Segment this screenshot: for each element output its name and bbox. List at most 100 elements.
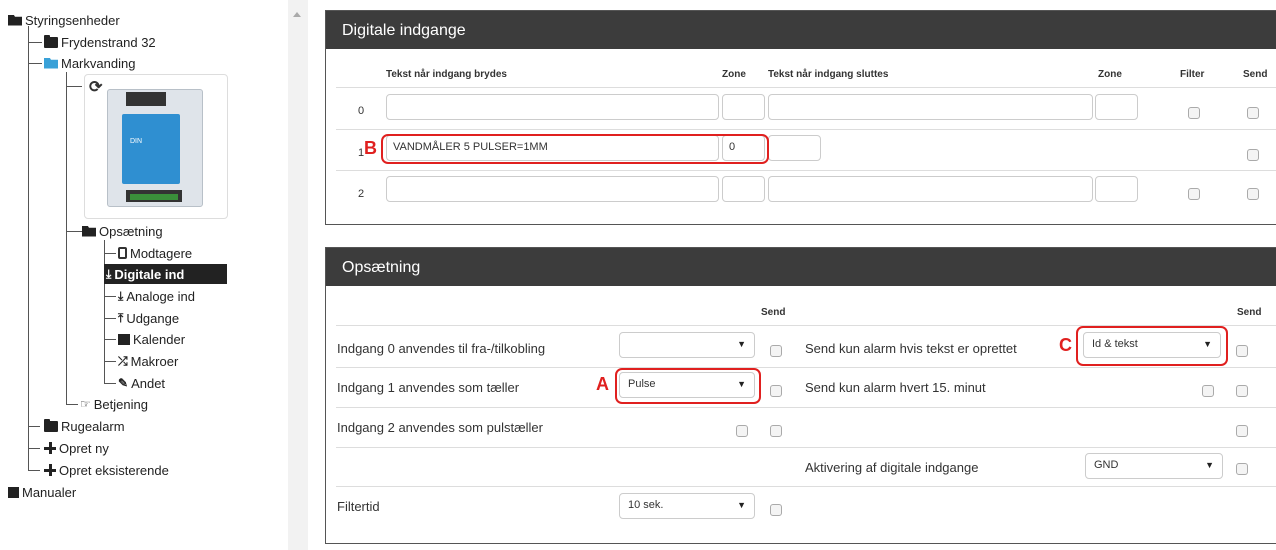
send-checkbox[interactable] bbox=[1247, 188, 1259, 200]
send-checkbox[interactable] bbox=[1236, 463, 1248, 475]
enable-checkbox[interactable] bbox=[736, 425, 748, 437]
tree-kalender-label: Kalender bbox=[133, 331, 186, 347]
setup-label: Filtertid bbox=[337, 499, 380, 514]
annotation-box bbox=[381, 134, 769, 164]
close-text-input[interactable] bbox=[768, 176, 1093, 202]
tree-makroer-label: Makroer bbox=[130, 353, 179, 369]
tree-digitale-ind[interactable]: ⤓ Digitale ind bbox=[104, 264, 227, 284]
tree-markvanding[interactable]: Markvanding bbox=[44, 54, 135, 72]
input0-mode-select[interactable]: ▼ bbox=[619, 332, 755, 358]
col-send: Send bbox=[761, 307, 786, 318]
setup-label: Indgang 1 anvendes som tæller bbox=[337, 380, 520, 395]
row-number: 2 bbox=[358, 188, 365, 200]
activation-select[interactable]: GND ▼ bbox=[1085, 453, 1223, 479]
chevron-down-icon: ▼ bbox=[1205, 460, 1214, 470]
tree-root[interactable]: Styringsenheder bbox=[8, 11, 120, 29]
panel-title: Opsætning bbox=[326, 248, 1276, 286]
chevron-down-icon: ▼ bbox=[737, 339, 746, 349]
filter-checkbox[interactable] bbox=[1188, 188, 1200, 200]
refresh-icon[interactable]: ⟳ bbox=[89, 77, 102, 97]
send-checkbox[interactable] bbox=[1236, 425, 1248, 437]
tree-makroer[interactable]: ⤮ Makroer bbox=[118, 352, 178, 370]
tree-manualer[interactable]: Manualer bbox=[8, 483, 76, 501]
output-icon: ⤒ bbox=[118, 311, 124, 325]
tree-frydenstrand[interactable]: Frydenstrand 32 bbox=[44, 33, 156, 51]
setup-label: Send kun alarm hvis tekst er oprettet bbox=[805, 341, 1017, 356]
input-icon: ⤓ bbox=[118, 289, 124, 303]
col-zone: Zone bbox=[722, 69, 746, 80]
tree-opsaetning-label: Opsætning bbox=[99, 223, 163, 239]
tree-frydenstrand-label: Frydenstrand 32 bbox=[61, 34, 156, 50]
hand-pointer-icon: ☞ bbox=[80, 397, 91, 411]
plus-icon bbox=[44, 464, 56, 476]
device-image: ⟳ DIN bbox=[84, 74, 228, 219]
tree-rugealarm-label: Rugealarm bbox=[61, 418, 125, 434]
close-text-input[interactable] bbox=[768, 135, 821, 161]
folder-open-icon bbox=[82, 225, 96, 237]
panel-title: Digitale indgange bbox=[326, 11, 1276, 49]
folder-icon bbox=[44, 418, 58, 432]
tree-andet[interactable]: ✎ Andet bbox=[118, 374, 165, 392]
zone-input[interactable] bbox=[1095, 176, 1138, 202]
input-icon: ⤓ bbox=[106, 267, 112, 281]
annotation-label: A bbox=[596, 374, 609, 394]
scroll-up-icon[interactable] bbox=[293, 12, 301, 17]
setup-panel: Opsætning Send Send Indgang 0 anvendes t… bbox=[325, 247, 1276, 544]
tree-kalender[interactable]: Kalender bbox=[118, 330, 185, 348]
annotation-label: B bbox=[364, 138, 377, 158]
scrollbar[interactable] bbox=[288, 0, 308, 550]
tree-markvanding-label: Markvanding bbox=[61, 55, 136, 71]
tree-modtagere-label: Modtagere bbox=[130, 245, 193, 261]
filter-time-select[interactable]: 10 sek. ▼ bbox=[619, 493, 755, 519]
tree-analoge-ind[interactable]: ⤓ Analoge ind bbox=[118, 287, 195, 305]
tree-analoge-label: Analoge ind bbox=[126, 288, 195, 304]
send-checkbox[interactable] bbox=[1247, 149, 1259, 161]
send-checkbox[interactable] bbox=[1236, 345, 1248, 357]
tree-opret-ny[interactable]: Opret ny bbox=[44, 439, 109, 457]
break-text-input[interactable] bbox=[386, 94, 719, 120]
break-text-input[interactable] bbox=[386, 176, 719, 202]
tree-modtagere[interactable]: Modtagere bbox=[118, 244, 192, 262]
tree-udgange[interactable]: ⤒ Udgange bbox=[118, 309, 179, 327]
send-checkbox[interactable] bbox=[770, 425, 782, 437]
filter-checkbox[interactable] bbox=[1188, 107, 1200, 119]
tree-opsaetning[interactable]: Opsætning bbox=[82, 222, 163, 240]
zone-input[interactable] bbox=[1095, 94, 1138, 120]
col-send: Send bbox=[1237, 307, 1262, 318]
send-checkbox[interactable] bbox=[1236, 385, 1248, 397]
select-value: GND bbox=[1094, 459, 1119, 471]
din-module-picture: DIN bbox=[107, 89, 203, 207]
phone-icon bbox=[118, 247, 127, 259]
zone-input[interactable] bbox=[722, 176, 765, 202]
tree-opret-eksisterende[interactable]: Opret eksisterende bbox=[44, 461, 169, 479]
tree-manualer-label: Manualer bbox=[22, 484, 77, 500]
zone-input[interactable] bbox=[722, 94, 765, 120]
setup-label: Indgang 2 anvendes som pulstæller bbox=[337, 420, 543, 435]
annotation-box bbox=[1076, 326, 1228, 366]
tree-betjening[interactable]: ☞ Betjening bbox=[80, 395, 148, 413]
send-checkbox[interactable] bbox=[1247, 107, 1259, 119]
plus-icon bbox=[44, 442, 56, 454]
setup-label: Aktivering af digitale indgange bbox=[805, 460, 979, 475]
close-text-input[interactable] bbox=[768, 94, 1093, 120]
tree-digitale-label: Digitale ind bbox=[114, 266, 185, 282]
enable-checkbox[interactable] bbox=[1202, 385, 1214, 397]
folder-open-icon bbox=[44, 57, 58, 69]
tree-rugealarm[interactable]: Rugealarm bbox=[44, 417, 125, 435]
tree-root-label: Styringsenheder bbox=[25, 12, 120, 28]
device-tree: Styringsenheder Frydenstrand 32 Markvand… bbox=[0, 0, 288, 550]
send-checkbox[interactable] bbox=[770, 385, 782, 397]
folder-icon bbox=[44, 34, 58, 48]
digital-inputs-panel: Digitale indgange Tekst når indgang bryd… bbox=[325, 10, 1276, 225]
calendar-icon bbox=[118, 333, 130, 345]
col-zone: Zone bbox=[1098, 69, 1122, 80]
chevron-down-icon: ▼ bbox=[737, 500, 746, 510]
annotation-box bbox=[615, 368, 761, 404]
send-checkbox[interactable] bbox=[770, 345, 782, 357]
tree-udgange-label: Udgange bbox=[126, 310, 180, 326]
tree-andet-label: Andet bbox=[131, 375, 166, 391]
tree-opret-eks-label: Opret eksisterende bbox=[59, 462, 169, 478]
col-close-text: Tekst når indgang sluttes bbox=[768, 69, 889, 80]
device-face-text: DIN bbox=[130, 138, 143, 145]
send-checkbox[interactable] bbox=[770, 504, 782, 516]
